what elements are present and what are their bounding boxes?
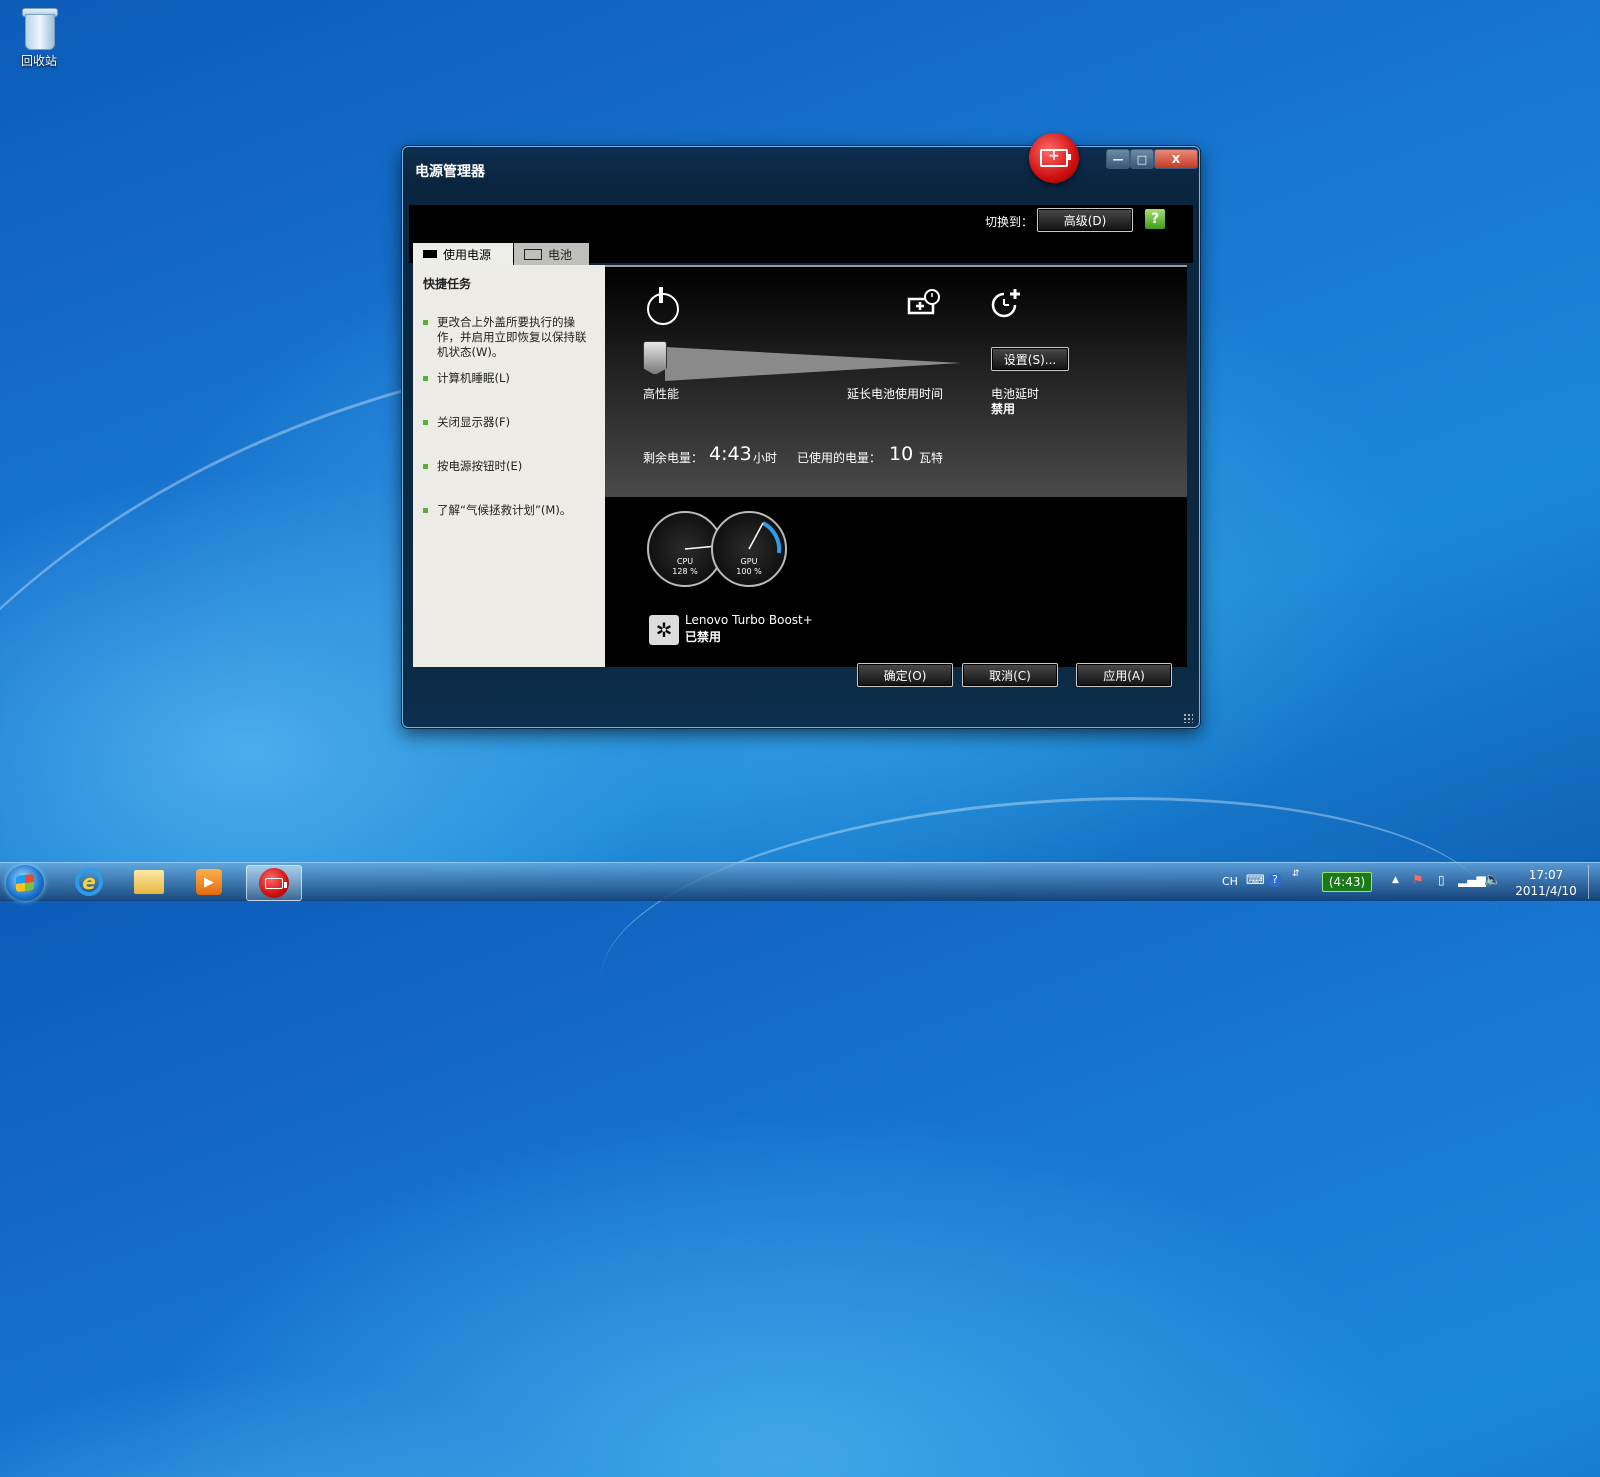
quick-task-sleep[interactable]: 计算机睡眠(L) — [423, 371, 593, 386]
tab-battery-label: 电池 — [548, 247, 573, 262]
maximize-button[interactable]: □ — [1130, 149, 1154, 169]
settings-button[interactable]: 设置(S)... — [991, 347, 1069, 371]
bullet-icon — [423, 508, 428, 513]
window-title: 电源管理器 — [415, 164, 485, 180]
remaining-label: 剩余电量： — [643, 451, 704, 465]
turbo-fan-icon[interactable]: ✲ — [649, 615, 679, 645]
quick-task-climate-plan[interactable]: 了解“气候拯救计划”(M)。 — [423, 503, 593, 518]
tab-battery[interactable]: 电池 — [514, 243, 589, 265]
battery-clock-icon — [907, 289, 940, 315]
ok-button[interactable]: 确定(O) — [857, 663, 953, 687]
quick-tasks-pane: 快捷任务 更改合上外盖所要执行的操作，并启用立即恢复以保持联机状态(W)。 计算… — [413, 265, 605, 667]
recycle-bin-icon — [21, 6, 58, 50]
battery-delay-value: 禁用 — [991, 402, 1016, 416]
show-hidden-icons-icon[interactable]: ▲ — [1392, 875, 1399, 885]
recycle-bin-label: 回收站 — [20, 54, 57, 68]
used-power-label: 已使用的电量： — [797, 451, 882, 465]
help-tray-icon[interactable]: ? — [1268, 873, 1282, 887]
gpu-gauge-value: 100 % — [736, 567, 762, 576]
quick-task-label: 更改合上外盖所要执行的操作，并启用立即恢复以保持联机状态(W)。 — [437, 315, 587, 359]
tab-ac-power-label: 使用电源 — [443, 247, 492, 262]
advanced-mode-button[interactable]: 高级(D) — [1037, 208, 1133, 232]
windows-logo-icon — [16, 874, 34, 892]
cancel-button[interactable]: 取消(C) — [962, 663, 1058, 687]
power-manager-icon — [259, 868, 289, 898]
battery-tray-icon[interactable]: ▯ — [1438, 873, 1445, 887]
show-desktop-button[interactable] — [1588, 865, 1599, 899]
taskbar-internet-explorer[interactable]: e — [62, 865, 116, 899]
bullet-icon — [423, 464, 428, 469]
internet-explorer-icon: e — [75, 868, 103, 896]
cpu-gauge-value: 128 % — [672, 567, 698, 576]
quick-task-power-button[interactable]: 按电源按钮时(E) — [423, 459, 593, 474]
bullet-icon — [423, 420, 428, 425]
battery-icon — [524, 248, 542, 260]
cpu-gauge-label: CPU — [676, 557, 694, 566]
resize-grip[interactable] — [1183, 713, 1193, 723]
performance-slider-track[interactable] — [665, 347, 961, 381]
battery-time-indicator[interactable]: (4:43) — [1322, 872, 1372, 892]
apply-button[interactable]: 应用(A) — [1076, 663, 1172, 687]
power-icon-stem — [659, 287, 663, 303]
gpu-gauge: GPU 100 % — [711, 511, 787, 587]
input-language-indicator[interactable]: CH — [1222, 875, 1238, 888]
power-plan-panel: 高性能 延长电池使用时间 设置(S)... 电池延时 禁用 剩余电量： 4:43… — [605, 265, 1187, 499]
folder-icon — [134, 870, 164, 894]
add-timer-icon — [991, 289, 1020, 318]
clock[interactable]: 17:07 2011/4/10 — [1506, 867, 1586, 899]
tab-ac-power[interactable]: 使用电源 — [413, 243, 513, 265]
start-button[interactable] — [6, 865, 44, 901]
gpu-gauge-label: GPU — [740, 557, 758, 566]
quick-tasks-heading: 快捷任务 — [423, 277, 472, 291]
bullet-icon — [423, 320, 428, 325]
network-signal-icon[interactable]: ▂▄▆ — [1458, 873, 1486, 887]
clock-time: 17:07 — [1528, 868, 1564, 882]
recycle-bin-shortcut[interactable]: 回收站 — [12, 6, 66, 69]
volume-icon[interactable]: 🔈 — [1484, 872, 1501, 888]
power-manager-window: 电源管理器 + — □ X 切换到： 高级(D) ? 使用电源 电池 快捷任务 … — [402, 133, 1200, 728]
turbo-boost-title: Lenovo Turbo Boost+ — [685, 613, 813, 627]
quick-task-label: 了解“气候拯救计划”(M)。 — [437, 503, 572, 517]
quick-task-label: 计算机睡眠(L) — [437, 371, 510, 385]
bullet-icon — [423, 376, 428, 381]
media-player-icon: ▶ — [196, 869, 222, 895]
quick-task-display-off[interactable]: 关闭显示器(F) — [423, 415, 593, 430]
turbo-boost-status: 已禁用 — [685, 630, 722, 644]
used-power-unit: 瓦特 — [919, 451, 944, 465]
minimize-button[interactable]: — — [1106, 149, 1130, 169]
taskbar: e ▶ CH ⌨ ? ⇵ (4:43) ▲ ⚑ ▯ ▂▄▆ 🔈 17:07 20… — [0, 862, 1600, 901]
clock-date: 2011/4/10 — [1515, 884, 1577, 898]
performance-slider-thumb[interactable] — [643, 341, 667, 375]
taskbar-media-player[interactable]: ▶ — [182, 865, 236, 899]
help-icon[interactable]: ? — [1145, 209, 1165, 229]
power-manager-logo-icon: + — [1029, 133, 1079, 183]
switch-to-label: 切换到： — [985, 215, 1034, 229]
used-power-value: 10 — [889, 443, 914, 465]
taskbar-power-manager[interactable] — [246, 865, 302, 901]
quick-task-lid-close[interactable]: 更改合上外盖所要执行的操作，并启用立即恢复以保持联机状态(W)。 — [423, 315, 593, 360]
extend-battery-label: 延长电池使用时间 — [847, 387, 944, 401]
remaining-value: 4:43 — [709, 443, 752, 465]
quick-task-label: 关闭显示器(F) — [437, 415, 511, 429]
remaining-unit: 小时 — [753, 451, 778, 465]
ime-options-icon[interactable]: ⇵ — [1292, 869, 1300, 879]
taskbar-explorer[interactable] — [122, 865, 176, 899]
high-performance-label: 高性能 — [643, 387, 680, 401]
performance-panel: CPU 128 % GPU 100 % ✲ Lenovo Turbo Boost… — [605, 497, 1187, 667]
power-icon — [647, 293, 679, 325]
keyboard-icon[interactable]: ⌨ — [1246, 873, 1265, 888]
plug-icon — [423, 250, 437, 258]
quick-task-label: 按电源按钮时(E) — [437, 459, 523, 473]
action-center-flag-icon[interactable]: ⚑ — [1412, 873, 1424, 888]
close-button[interactable]: X — [1154, 149, 1198, 169]
